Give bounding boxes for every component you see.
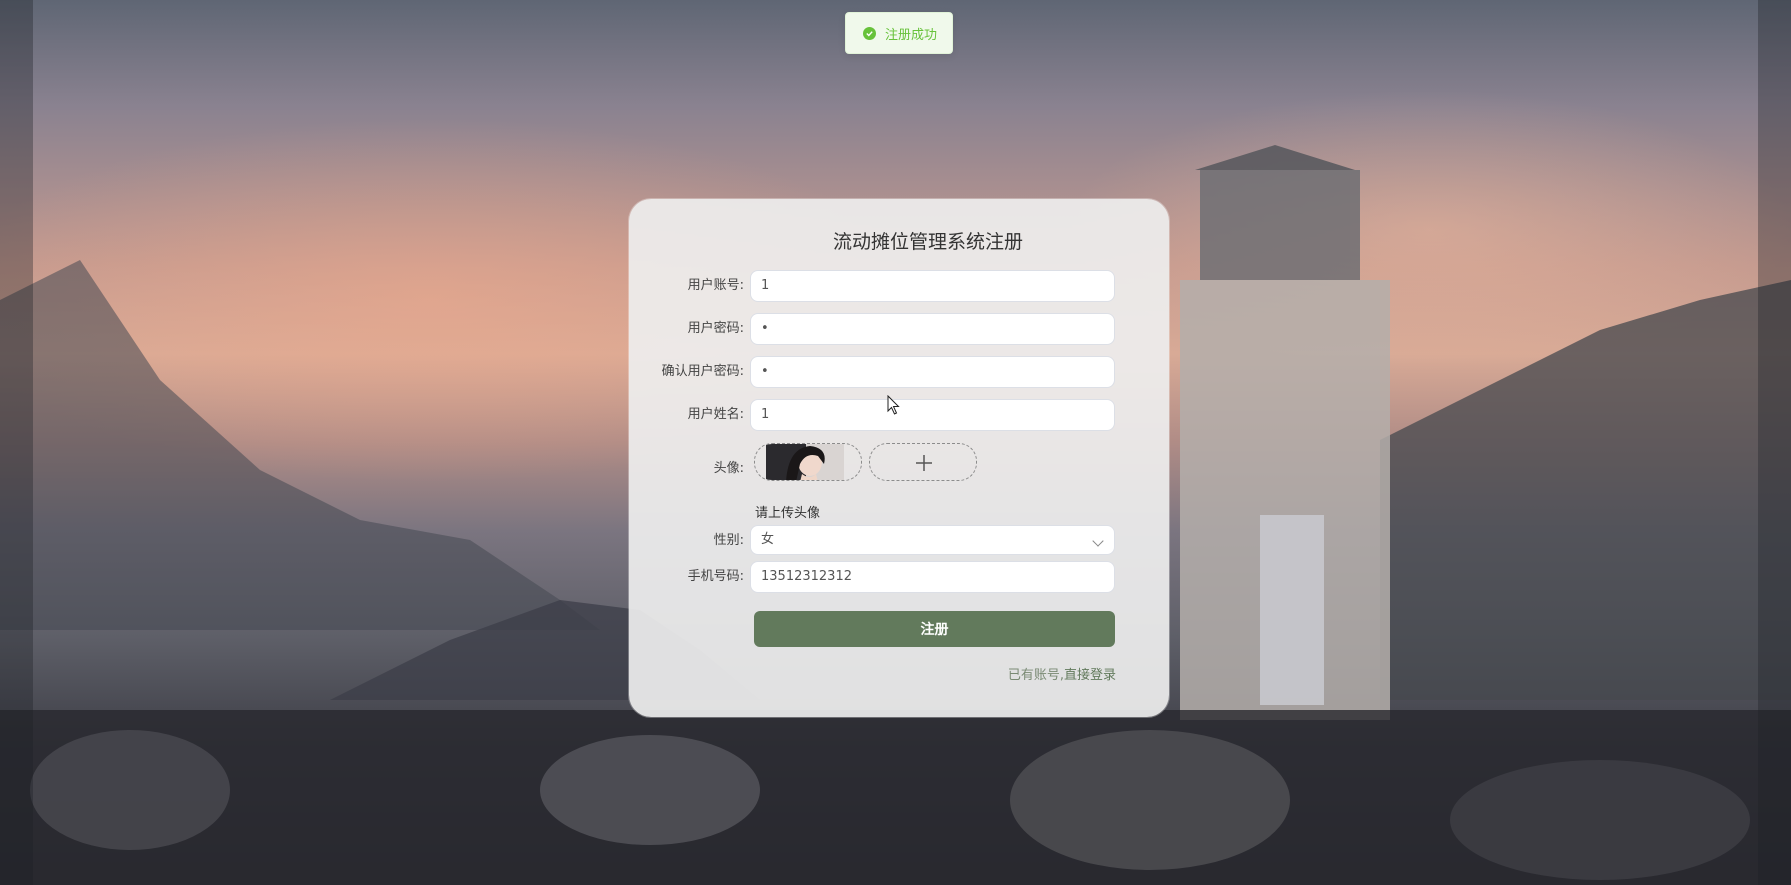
avatar-image [766, 444, 844, 480]
avatar-preview[interactable] [754, 443, 862, 481]
username-input[interactable]: 1 [750, 270, 1115, 302]
login-link[interactable]: 直接登录 [1064, 668, 1116, 683]
login-prompt-text: 已有账号, [1007, 668, 1064, 683]
success-toast: 注册成功 [845, 12, 953, 54]
name-input[interactable]: 1 [750, 399, 1115, 431]
confirm-password-input[interactable]: • [750, 356, 1115, 388]
avatar-label: 头像: [713, 461, 744, 476]
gender-select[interactable]: 女 [750, 525, 1115, 555]
avatar-row: 头像: [629, 443, 1169, 483]
left-edge-strip [0, 0, 33, 885]
check-circle-icon [863, 26, 876, 40]
gender-row: 性别: 女 [629, 525, 1169, 557]
login-prompt: 已有账号,直接登录 [1008, 664, 1116, 683]
password-input[interactable]: • [750, 313, 1115, 345]
phone-row: 手机号码: 13512312312 [629, 561, 1169, 593]
username-row: 用户账号: 1 [629, 270, 1169, 302]
phone-input[interactable]: 13512312312 [750, 561, 1115, 593]
plus-icon [916, 455, 932, 471]
register-card: 流动摊位管理系统注册 用户账号: 1 用户密码: • 确认用户密码: • 用户姓… [629, 199, 1169, 717]
chevron-down-icon [1092, 535, 1104, 547]
confirm-password-row: 确认用户密码: • [629, 356, 1169, 388]
phone-label: 手机号码: [687, 569, 744, 584]
page-title: 流动摊位管理系统注册 [832, 231, 1023, 253]
avatar-upload-button[interactable] [869, 443, 977, 481]
register-button[interactable]: 注册 [754, 611, 1115, 647]
username-label: 用户账号: [687, 278, 744, 293]
mouse-cursor-icon [887, 395, 900, 415]
gender-label: 性别: [713, 533, 744, 548]
right-edge-strip [1758, 0, 1791, 885]
gender-value: 女 [761, 532, 775, 547]
password-row: 用户密码: • [629, 313, 1169, 345]
password-label: 用户密码: [687, 321, 744, 336]
toast-message: 注册成功 [885, 27, 938, 43]
name-label: 用户姓名: [687, 407, 744, 422]
confirm-password-label: 确认用户密码: [661, 364, 744, 379]
avatar-hint: 请上传头像 [755, 506, 821, 521]
